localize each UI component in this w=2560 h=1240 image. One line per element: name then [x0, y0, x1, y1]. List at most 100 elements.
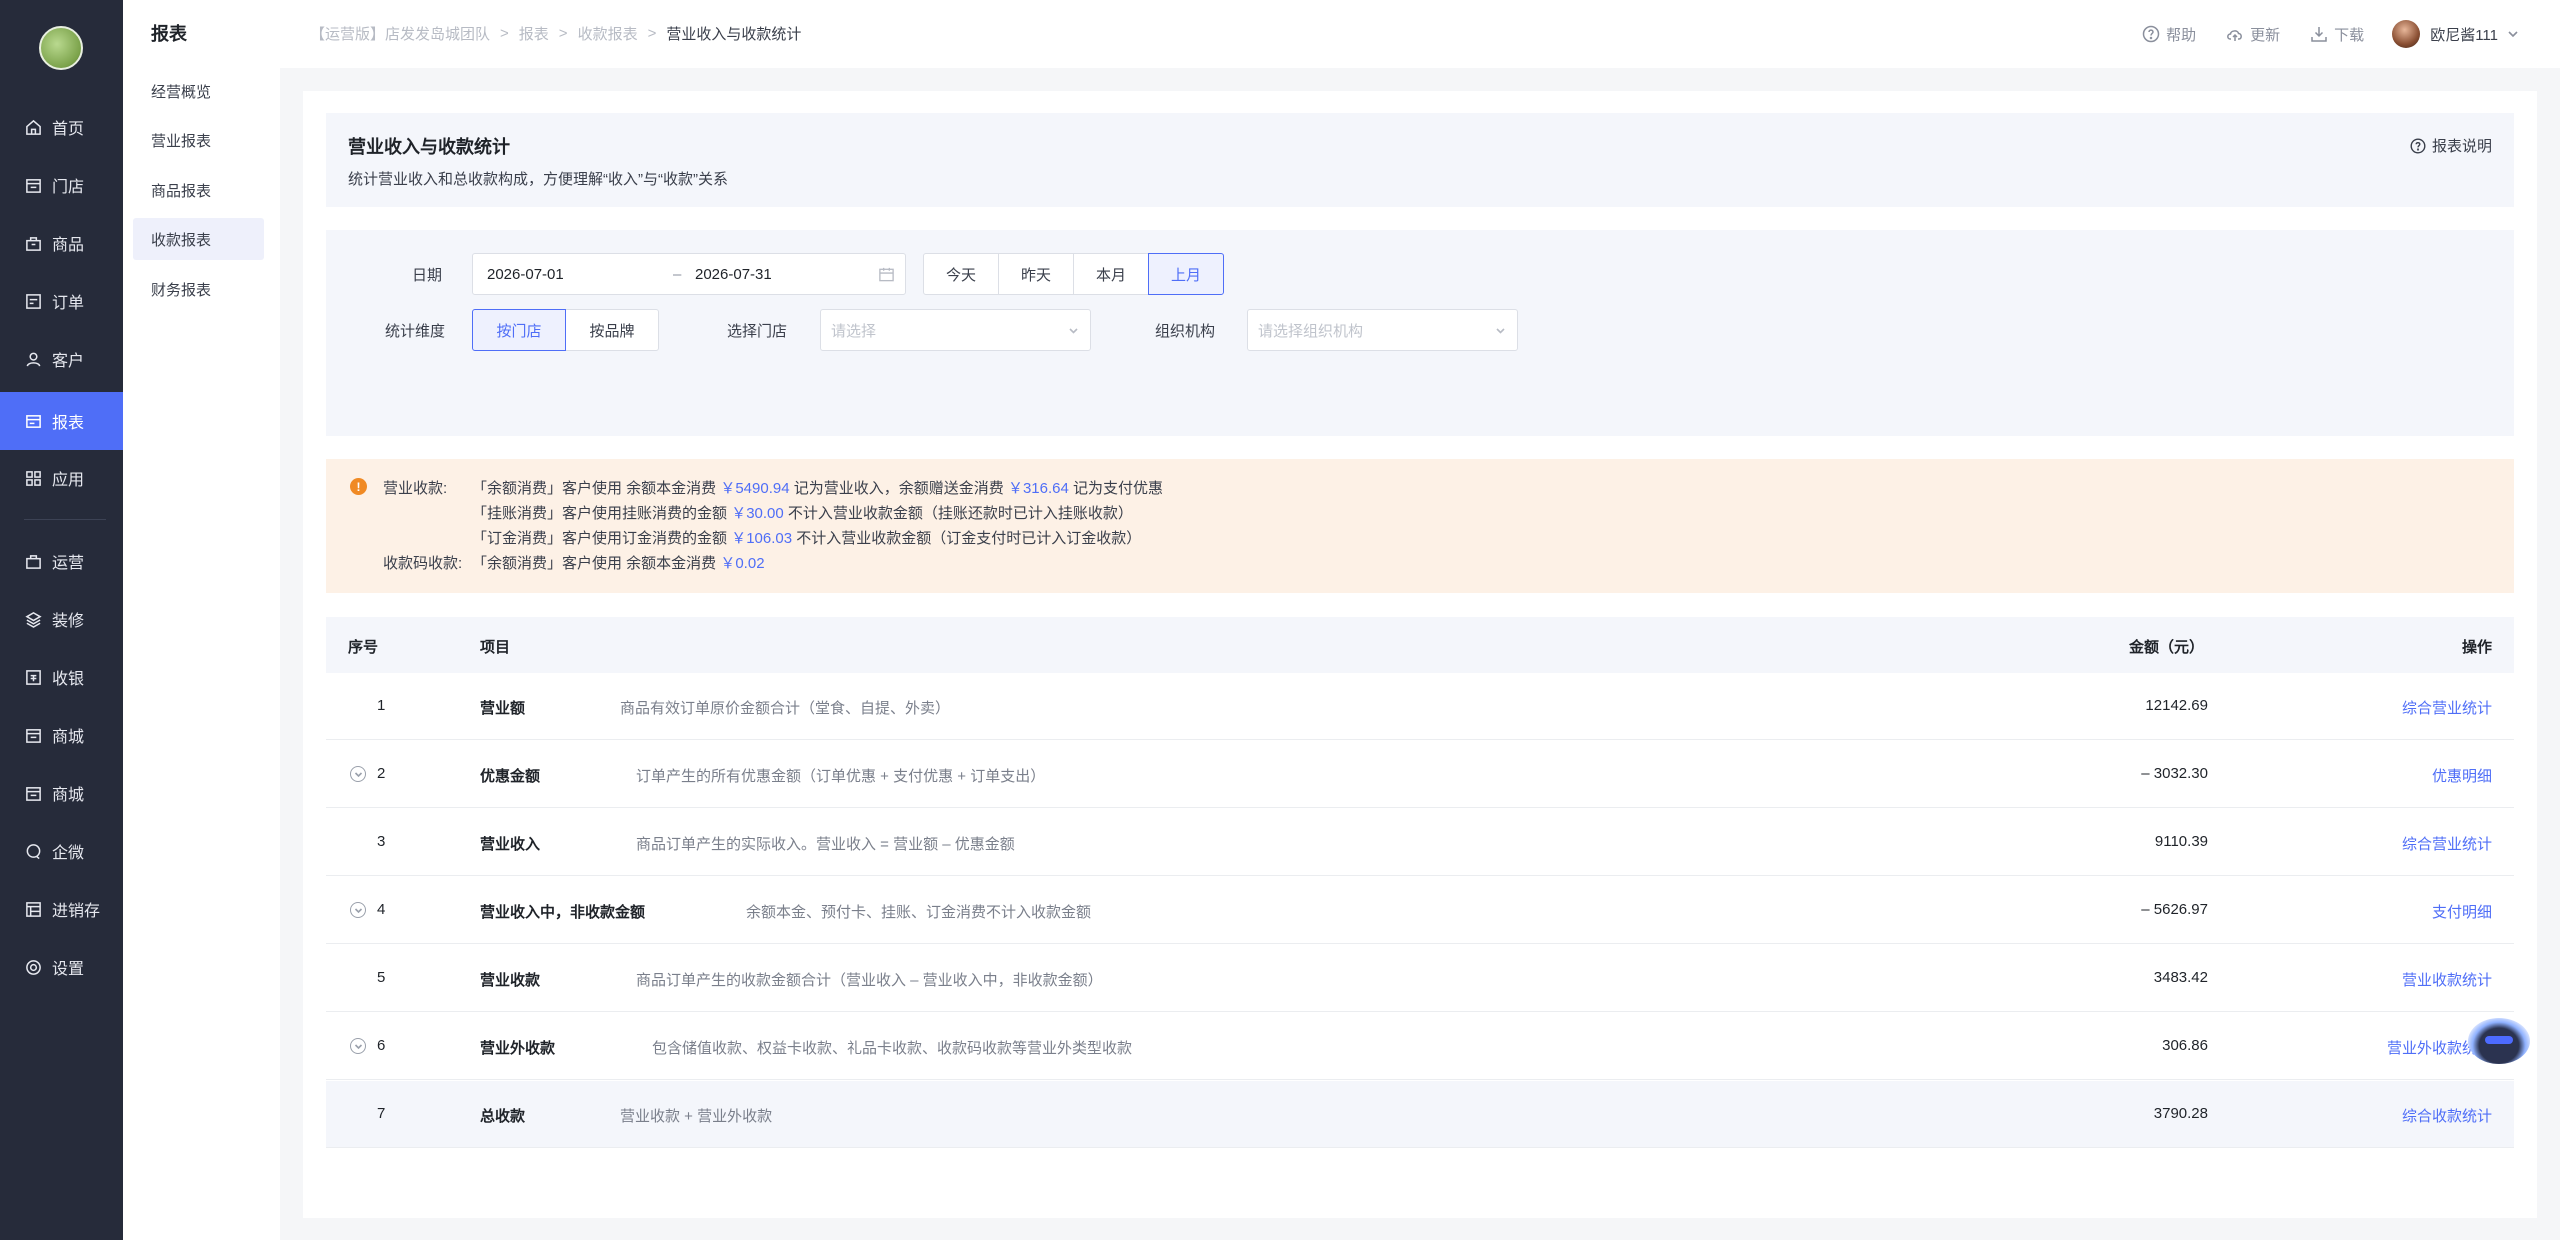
date-range-picker[interactable]: 2026-07-01 – 2026-07-31: [472, 253, 906, 295]
nav-item-customers[interactable]: 客户: [0, 330, 123, 388]
nav-item-reports[interactable]: 报表: [0, 392, 123, 450]
nav-item-cashier[interactable]: 收银: [0, 648, 123, 706]
expand-toggle[interactable]: [350, 766, 366, 782]
update-button[interactable]: 更新: [2226, 24, 2280, 45]
user-menu[interactable]: 欧尼酱111: [2392, 20, 2520, 48]
notice-amount: ￥5490.94: [720, 480, 790, 497]
download-label: 下载: [2334, 26, 2365, 44]
notice-label-qrcode: 收款码收款:: [383, 555, 463, 572]
row-item: 营业外收款: [480, 1040, 556, 1057]
nav-item-home[interactable]: 首页: [0, 98, 123, 156]
table-row: 4 营业收入中，非收款金额 余额本金、预付卡、挂账、订金消费不计入收款金额 – …: [326, 877, 2514, 944]
nav-item-store[interactable]: 门店: [0, 156, 123, 214]
table-row: 1 营业额 商品有效订单原价金额合计（堂食、自提、外卖） 12142.69 综合…: [326, 673, 2514, 740]
expand-toggle[interactable]: [350, 1038, 366, 1054]
nav-item-apps[interactable]: 应用: [0, 449, 123, 507]
assistant-bot-button[interactable]: [2468, 1018, 2530, 1064]
row-amount: 3790.28: [2153, 1105, 2208, 1122]
subnav-item-finance[interactable]: 财务报表: [133, 268, 264, 310]
help-label: 帮助: [2166, 26, 2197, 44]
subnav-item-business[interactable]: 营业报表: [133, 119, 264, 161]
cloud-upload-icon: [2227, 30, 2243, 41]
nav-item-orders[interactable]: 订单: [0, 272, 123, 330]
breadcrumb-separator: >: [500, 25, 509, 42]
date-end[interactable]: 2026-07-31: [695, 266, 772, 283]
nav-item-mall-2[interactable]: 商城: [0, 764, 123, 822]
nav-item-inventory[interactable]: 进销存: [0, 880, 123, 938]
nav-label: 商城: [52, 787, 85, 804]
row-no: 6: [377, 1037, 386, 1054]
top-bar: 【运营版】店发发岛城团队 > 报表 > 收款报表 > 营业收入与收款统计 帮助 …: [280, 0, 2560, 68]
table-row: 5 营业收款 商品订单产生的收款金额合计（营业收入 – 营业收入中，非收款金额）…: [326, 945, 2514, 1012]
row-desc: 包含储值收款、权益卡收款、礼品卡收款、收款码收款等营业外类型收款: [652, 1040, 1133, 1057]
filter-panel: 日期 2026-07-01 – 2026-07-31 今天 昨天 本月 上月 统…: [326, 230, 2514, 505]
order-icon: [24, 292, 42, 310]
row-item: 营业收款: [480, 972, 541, 989]
store-select-placeholder: 请选择: [831, 322, 877, 340]
table-row: 3 营业收入 商品订单产生的实际收入。营业收入 = 营业额 – 优惠金额 911…: [326, 809, 2514, 876]
breadcrumb-item-payment-reports[interactable]: 收款报表: [578, 23, 638, 44]
chat-icon: [24, 842, 42, 860]
subnav-item-goods[interactable]: 商品报表: [133, 169, 264, 211]
row-item: 营业收入: [480, 836, 541, 853]
date-start[interactable]: 2026-07-01: [487, 266, 564, 283]
org-select[interactable]: 请选择组织机构: [1247, 309, 1518, 351]
date-label: 日期: [412, 267, 443, 284]
report-help-link[interactable]: 报表说明: [2410, 135, 2492, 156]
breadcrumb-separator: >: [647, 25, 657, 42]
expand-toggle[interactable]: [350, 902, 366, 918]
row-item: 优惠金额: [480, 768, 541, 785]
store-avatar[interactable]: [39, 26, 83, 70]
nav-item-settings[interactable]: 设置: [0, 938, 123, 996]
nav-item-operations[interactable]: 运营: [0, 532, 123, 590]
breadcrumb-item-team[interactable]: 【运营版】店发发岛城团队: [310, 23, 490, 44]
nav-label: 门店: [52, 179, 85, 196]
help-button[interactable]: 帮助: [2142, 24, 2196, 45]
dim-by-brand-button[interactable]: 按品牌: [565, 309, 659, 351]
notice-amount: ￥30.00: [731, 505, 784, 522]
row-action-link[interactable]: 综合营业统计: [2402, 697, 2492, 718]
row-action-link[interactable]: 支付明细: [2432, 901, 2492, 922]
nav-item-mall[interactable]: 商城: [0, 706, 123, 764]
apps-icon: [24, 469, 42, 487]
row-action-link[interactable]: 综合收款统计: [2402, 1105, 2492, 1126]
row-no: 7: [377, 1105, 386, 1122]
chevron-down-icon: [1496, 327, 1505, 334]
layers-icon: [24, 610, 42, 628]
row-action-link[interactable]: 综合营业统计: [2402, 833, 2492, 854]
nav-label: 设置: [52, 961, 85, 978]
store-icon: [24, 176, 42, 194]
download-button[interactable]: 下载: [2310, 24, 2364, 45]
row-no: 3: [377, 833, 386, 850]
quick-today-button[interactable]: 今天: [923, 253, 1000, 295]
download-icon: [2311, 27, 2327, 42]
nav-label: 应用: [52, 472, 85, 489]
notice-line-3-text-b: 不计入营业收款金额（订金支付时已计入订金收款）: [796, 530, 1142, 547]
row-action-link[interactable]: 营业收款统计: [2402, 969, 2492, 990]
breadcrumb-item-reports[interactable]: 报表: [519, 23, 549, 44]
page-title: 营业收入与收款统计: [348, 137, 510, 157]
user-avatar: [2392, 20, 2421, 48]
row-no: 5: [377, 969, 386, 986]
dim-by-store-button[interactable]: 按门店: [472, 309, 566, 351]
store-select[interactable]: 请选择: [820, 309, 1091, 351]
nav-item-goods[interactable]: 商品: [0, 214, 123, 272]
notice-line-3: 「订金消费」客户使用订金消费的金额 ￥106.03 不计入营业收款金额（订金支付…: [472, 527, 1141, 548]
main-content: 营业收入与收款统计 统计营业收入和总收款构成，方便理解“收入”与“收款”关系 报…: [303, 91, 2537, 1218]
warning-icon: !: [350, 478, 367, 495]
operate-icon: [24, 552, 42, 570]
quick-yesterday-button[interactable]: 昨天: [998, 253, 1075, 295]
quick-this-month-button[interactable]: 本月: [1073, 253, 1150, 295]
nav-label: 运营: [52, 555, 85, 572]
quick-last-month-button[interactable]: 上月: [1148, 253, 1225, 295]
dimension-toggle: 按门店 按品牌: [472, 309, 659, 351]
nav-item-decorate[interactable]: 装修: [0, 590, 123, 648]
row-action-link[interactable]: 优惠明细: [2432, 765, 2492, 786]
notice-line-1-text-c: 记为支付优惠: [1073, 480, 1164, 497]
subnav-item-overview[interactable]: 经营概览: [133, 70, 264, 112]
subnav-item-payments[interactable]: 收款报表: [133, 218, 264, 260]
notice-amount: ￥0.02: [720, 555, 765, 572]
row-no: 2: [377, 765, 386, 782]
nav-item-wecom[interactable]: 企微: [0, 822, 123, 880]
inventory-icon: [24, 900, 42, 918]
